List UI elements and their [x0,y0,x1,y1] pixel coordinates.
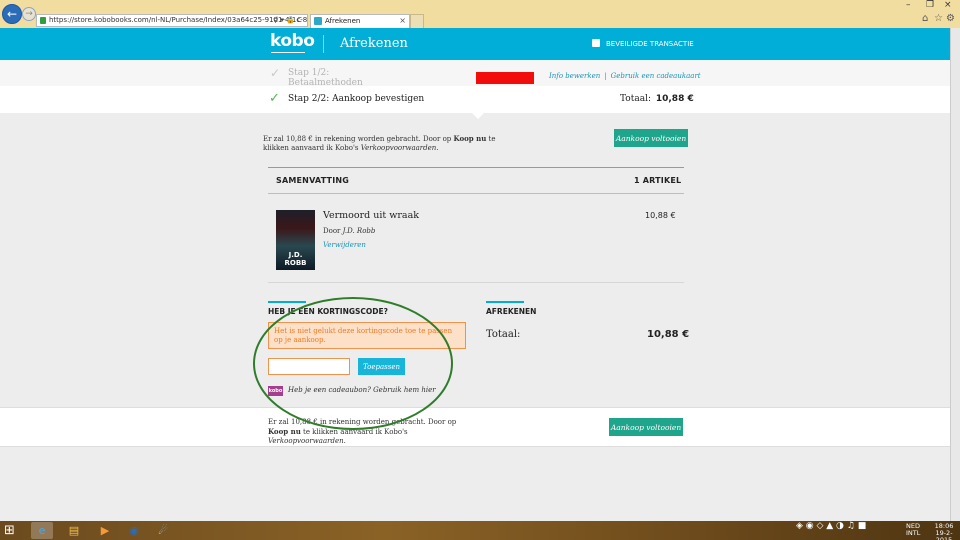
secure-transaction: BEVEILIGDE TRANSACTIE [592,39,694,48]
item-price: 10,88 € [645,211,676,220]
summary-heading: SAMENVATTING [276,176,350,185]
new-tab-button[interactable] [410,14,424,28]
summary-top-rule [268,167,684,168]
internet-explorer-icon[interactable]: e [31,522,53,539]
check-icon: ✓ [269,91,280,106]
kobo-logo-underline [271,50,305,53]
restore-icon[interactable]: ❐ [926,0,934,10]
page-title: Afrekenen [340,36,408,51]
notice-text: . [436,144,439,152]
secure-transaction-label: BEVEILIGDE TRANSACTIE [606,40,694,48]
bottom-confirm-band [0,407,950,447]
remove-item-link[interactable]: Verwijderen [323,241,366,249]
step-links: Info bewerken | Gebruik een cadeaukaart [549,72,701,80]
address-tools[interactable]: ⚲ ▾ 🔒 C [273,14,302,26]
windows-start-icon[interactable]: ⊞ [4,524,15,537]
media-player-icon[interactable]: ▶ [94,522,116,539]
checkout-accent-line [486,301,524,303]
tray-icons[interactable]: ◈ ◉ ◇ ▲ ◑ ♫ ■ [796,522,866,531]
notice-bold: Koop nu [268,427,301,436]
book-author-name: J.D. Robb [342,227,376,235]
network-app-icon[interactable]: ◉ [123,522,145,539]
book-title[interactable]: Vermoord uit wraak [323,210,419,221]
app-icon[interactable]: ☄ [152,522,174,539]
cover-author-text: J.D. ROBB [284,251,307,267]
favorites-star-icon[interactable]: ☆ [934,13,943,24]
checkout-total-value: 10,88 € [647,329,690,340]
site-header: kobo Afrekenen BEVEILIGDE TRANSACTIE [0,28,950,60]
windows-taskbar: ⊞ e ▤ ▶ ◉ ☄ ◈ ◉ ◇ ▲ ◑ ♫ ■ NED INTL 18:06 1… [0,521,960,540]
kobo-logo[interactable]: kobo [270,31,315,51]
file-explorer-icon[interactable]: ▤ [63,522,85,539]
edit-info-link[interactable]: Info bewerken [549,72,600,80]
kobo-favicon-icon [314,17,322,25]
notice-text: . [343,437,346,445]
browser-chrome: ← → https://store.kobobooks.com/nl-NL/Pu… [0,0,960,28]
annotation-ellipse [253,297,453,430]
step-1-label: Stap 1/2: Betaalmethoden [288,68,363,86]
language-bottom: INTL [906,529,921,537]
checkout-heading: AFREKENEN [486,307,537,316]
summary-mid-rule [268,193,684,194]
clock[interactable]: 18:06 19-2-2015 [928,523,960,540]
header-total: Totaal: 10,88 € [620,94,694,104]
complete-purchase-button-bottom[interactable]: Aankoop voltooien [609,418,683,436]
clock-date: 19-2-2015 [935,529,953,540]
back-arrow-icon[interactable]: ← [2,4,22,24]
keyboard-language[interactable]: NED INTL [906,523,920,537]
summary-bottom-rule [268,282,684,283]
close-window-icon[interactable]: × [944,0,952,10]
redaction-block [476,72,534,84]
terms-link[interactable]: Verkoopvoorwaarden [268,437,344,445]
use-giftcard-link[interactable]: Gebruik een cadeaukaart [611,72,701,80]
close-tab-icon[interactable]: × [399,15,406,27]
book-author: Door J.D. Robb [323,227,375,235]
header-total-label: Totaal: [620,94,651,104]
summary-count: 1 ARTIKEL [634,176,682,185]
settings-gear-icon[interactable]: ⚙ [946,13,955,24]
page-scrollbar[interactable] [950,28,960,521]
header-total-value: 10,88 € [655,94,694,104]
browser-tab[interactable]: Afrekenen × [310,14,410,28]
purchase-notice-top: Er zal 10,88 € in rekening worden gebrac… [263,134,503,153]
tab-title: Afrekenen [325,17,361,25]
check-icon: ✓ [270,66,281,80]
address-url: https://store.kobobooks.com/nl-NL/Purcha… [49,16,308,24]
notice-text: Er zal 10,88 € in rekening worden gebrac… [263,135,454,143]
forward-arrow-icon[interactable]: → [22,7,36,21]
step-2-row: ✓ Stap 2/2: Aankoop bevestigen Totaal: 1… [0,86,950,119]
checkout-total-label: Totaal: [486,329,521,340]
step-1-row: ✓ Stap 1/2: Betaalmethoden [0,60,950,86]
padlock-icon [592,39,600,47]
step-2-label: Stap 2/2: Aankoop bevestigen [288,94,425,104]
home-icon[interactable]: ⌂ [922,13,928,24]
complete-purchase-button[interactable]: Aankoop voltooien [614,129,688,147]
minimize-icon[interactable]: – [906,0,911,10]
header-divider [323,35,324,53]
address-bar[interactable]: https://store.kobobooks.com/nl-NL/Purcha… [36,14,308,27]
book-author-prefix: Door [323,227,341,235]
notice-bold: Koop nu [453,134,487,143]
ssl-lock-icon [40,17,46,24]
coupon-accent-line [268,301,306,303]
terms-link[interactable]: Verkoopvoorwaarden [361,144,437,152]
book-cover-image[interactable]: J.D. ROBB [276,210,315,270]
step-notch [472,113,484,119]
link-separator: | [604,72,607,80]
